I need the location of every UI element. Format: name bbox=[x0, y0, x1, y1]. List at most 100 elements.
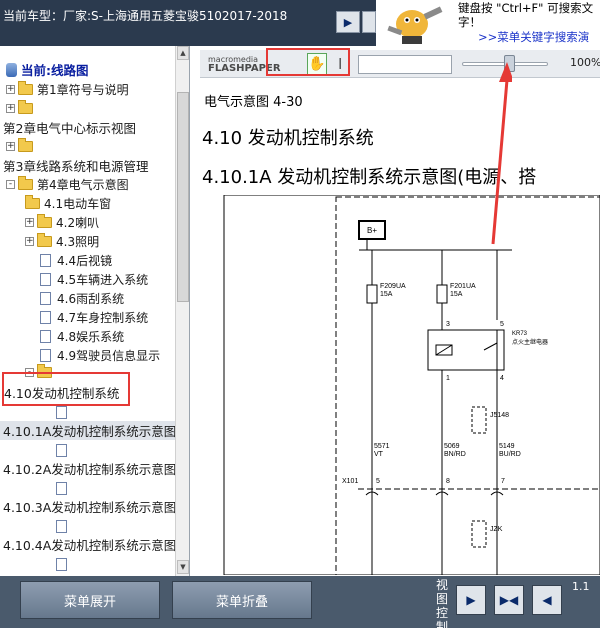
flashpaper-toolbar: macromedia FLASHPAPER ✋ I 100% bbox=[200, 50, 600, 78]
page-icon bbox=[56, 558, 67, 571]
page-icon bbox=[56, 520, 67, 533]
bplus-label: B+ bbox=[367, 226, 377, 235]
tree-item-label: 4.9驾驶员信息显示 bbox=[57, 349, 161, 363]
folder-open-icon bbox=[18, 176, 33, 190]
tree-item-4-9[interactable]: 4.9驾驶员信息显示 bbox=[40, 346, 160, 365]
x101-pin-5: 5 bbox=[376, 478, 380, 485]
wire3-color: BU/RD bbox=[499, 451, 521, 458]
tree-item-4-10-2[interactable]: 4.10.2A发动机控制系统示意图 bbox=[3, 459, 176, 478]
tree-item-label: 4.7车身控制系统 bbox=[57, 311, 149, 325]
page-icon bbox=[56, 482, 67, 495]
zoom-highlight-annotation bbox=[266, 48, 350, 76]
tree-item-label: 4.4后视镜 bbox=[57, 254, 113, 268]
tree-item-4-4[interactable]: 4.4后视镜 bbox=[40, 251, 112, 270]
tree-item-4-10-3[interactable]: 4.10.3A发动机控制系统示意图 bbox=[3, 497, 176, 516]
tree-item-4-10-3-page[interactable] bbox=[56, 479, 73, 498]
fuse1-name: F209UA bbox=[380, 283, 406, 290]
tree-item-4-10-4-page[interactable] bbox=[56, 517, 73, 536]
expand-icon[interactable]: + bbox=[25, 237, 34, 246]
tree-item-chapter-3-folder[interactable]: + bbox=[6, 137, 37, 156]
relay-description: 点火主继电器 bbox=[512, 338, 548, 346]
expand-icon[interactable]: + bbox=[6, 142, 15, 151]
ratio-text: 1.1 bbox=[572, 580, 590, 593]
x101-pin-8: 8 bbox=[446, 478, 450, 485]
expand-icon[interactable]: + bbox=[6, 104, 15, 113]
bottom-bar: 菜单展开 菜单折叠 视图控制 ▶ ▶◀ ◀ 1.1 bbox=[0, 576, 600, 634]
tree-item-label: 4.1电动车窗 bbox=[44, 197, 112, 211]
tree-item-chapter-1[interactable]: + 第1章符号与说明 bbox=[6, 80, 129, 99]
view-prev-button[interactable]: ◀ bbox=[532, 585, 562, 615]
tree-item-4-6[interactable]: 4.6雨刮系统 bbox=[40, 289, 124, 308]
x101-pin-7: 7 bbox=[501, 478, 505, 485]
prev-icon: ◀ bbox=[542, 593, 552, 607]
next-icon: ▶ bbox=[466, 593, 476, 607]
menu-collapse-button[interactable]: 菜单折叠 bbox=[172, 581, 312, 619]
menu-expand-button[interactable]: 菜单展开 bbox=[20, 581, 160, 619]
tree-item-4-3[interactable]: + 4.3照明 bbox=[25, 232, 99, 251]
page-subtitle: 电气示意图 4-30 bbox=[204, 95, 303, 110]
next-page-button[interactable]: ▶ bbox=[336, 11, 360, 33]
tree-item-label: 第3章线路系统和电源管理 bbox=[3, 159, 149, 174]
expand-icon[interactable]: + bbox=[25, 218, 34, 227]
wiring-diagram: B+ F209UA 15A F201UA 15A 3 5 1 4 KR73 点火… bbox=[223, 195, 600, 575]
view-control-label: 视图控制 bbox=[436, 578, 449, 634]
expand-icon[interactable]: + bbox=[6, 85, 15, 94]
ad-banner: 键盘按 "Ctrl+F" 可搜索文 字！ >>菜单关键字搜索演 bbox=[376, 0, 600, 46]
folder-icon bbox=[18, 138, 33, 152]
tree-item-4-1[interactable]: 4.1电动车窗 bbox=[25, 194, 111, 213]
wire3-id: 5149 bbox=[499, 443, 515, 450]
document-view[interactable]: 电气示意图 4-30 4.10 发动机控制系统 4.10.1A 发动机控制系统示… bbox=[200, 80, 600, 576]
tree-item-4-10-5-page[interactable] bbox=[56, 555, 73, 574]
fuse1-amp: 15A bbox=[380, 291, 393, 298]
scroll-up-icon[interactable]: ▲ bbox=[177, 46, 189, 60]
tree-item-label: 4.8娱乐系统 bbox=[57, 330, 125, 344]
tree-item-chapter-4[interactable]: - 第4章电气示意图 bbox=[6, 175, 129, 194]
collapse-icon[interactable]: - bbox=[6, 180, 15, 189]
tree-item-4-2[interactable]: + 4.2喇叭 bbox=[25, 213, 99, 232]
ad-search-link[interactable]: >>菜单关键字搜索演 bbox=[478, 29, 589, 45]
tree-item-label: 4.10.1A发动机控制系统示意图 bbox=[3, 424, 177, 439]
tree-item-chapter-3[interactable]: 第3章线路系统和电源管理 bbox=[3, 156, 148, 175]
tree-item-4-10-4[interactable]: 4.10.4A发动机控制系统示意图 bbox=[3, 535, 176, 554]
page-icon bbox=[40, 349, 51, 362]
wire2-color: BN/RD bbox=[444, 451, 466, 458]
annotation-arrow-icon bbox=[491, 62, 512, 245]
view-next-button[interactable]: ▶ bbox=[456, 585, 486, 615]
tree-root[interactable]: 当前:线路图 bbox=[6, 60, 89, 79]
page-icon bbox=[40, 311, 51, 324]
tree-item-chapter-2-folder[interactable]: + bbox=[6, 99, 37, 118]
wire1-id: 5571 bbox=[374, 443, 390, 450]
tree-item-4-10-1-page[interactable] bbox=[56, 403, 73, 422]
search-input[interactable] bbox=[358, 55, 452, 74]
tree-item-4-8[interactable]: 4.8娱乐系统 bbox=[40, 327, 124, 346]
tree-item-4-7[interactable]: 4.7车身控制系统 bbox=[40, 308, 148, 327]
tree-item-chapter-2[interactable]: 第2章电气中心标示视图 bbox=[3, 118, 136, 137]
tree-highlight-annotation bbox=[2, 372, 130, 406]
top-bar: 当前车型：厂家:S-上海通用五菱宝骏5102017-2018 ▶ 键盘按 "Ct… bbox=[0, 0, 600, 46]
scroll-thumb[interactable] bbox=[177, 92, 189, 302]
folder-icon bbox=[37, 214, 52, 228]
ad-text-line2: 字！ bbox=[458, 15, 481, 29]
tree-item-label: 4.10.2A发动机控制系统示意图 bbox=[3, 462, 177, 477]
page-icon bbox=[40, 330, 51, 343]
page-icon bbox=[40, 292, 51, 305]
tree-item-label: 4.10.3A发动机控制系统示意图 bbox=[3, 500, 177, 515]
scroll-down-icon[interactable]: ▼ bbox=[177, 560, 189, 574]
tree-item-4-10-2-page[interactable] bbox=[56, 441, 73, 460]
tree-item-label: 4.5车辆进入系统 bbox=[57, 273, 149, 287]
tree-item-4-5[interactable]: 4.5车辆进入系统 bbox=[40, 270, 148, 289]
zoom-level[interactable]: 100% bbox=[570, 56, 600, 69]
folder-icon bbox=[18, 81, 33, 95]
tree-scrollbar[interactable]: ▲ ▼ bbox=[175, 46, 189, 576]
page-icon bbox=[40, 273, 51, 286]
page-icon bbox=[40, 254, 51, 267]
view-fit-button[interactable]: ▶◀ bbox=[494, 585, 524, 615]
wire1-color: VT bbox=[374, 451, 384, 458]
tree-item-label: 4.10.4A发动机控制系统示意图 bbox=[3, 538, 177, 553]
relay-pin-5: 5 bbox=[500, 321, 504, 328]
fit-page-button[interactable] bbox=[362, 11, 376, 33]
tree-item-4-10-1[interactable]: 4.10.1A发动机控制系统示意图 bbox=[0, 421, 176, 440]
tree-item-label: 第4章电气示意图 bbox=[37, 178, 129, 192]
tree-item-label: 4.6雨刮系统 bbox=[57, 292, 125, 306]
database-icon bbox=[6, 62, 17, 77]
